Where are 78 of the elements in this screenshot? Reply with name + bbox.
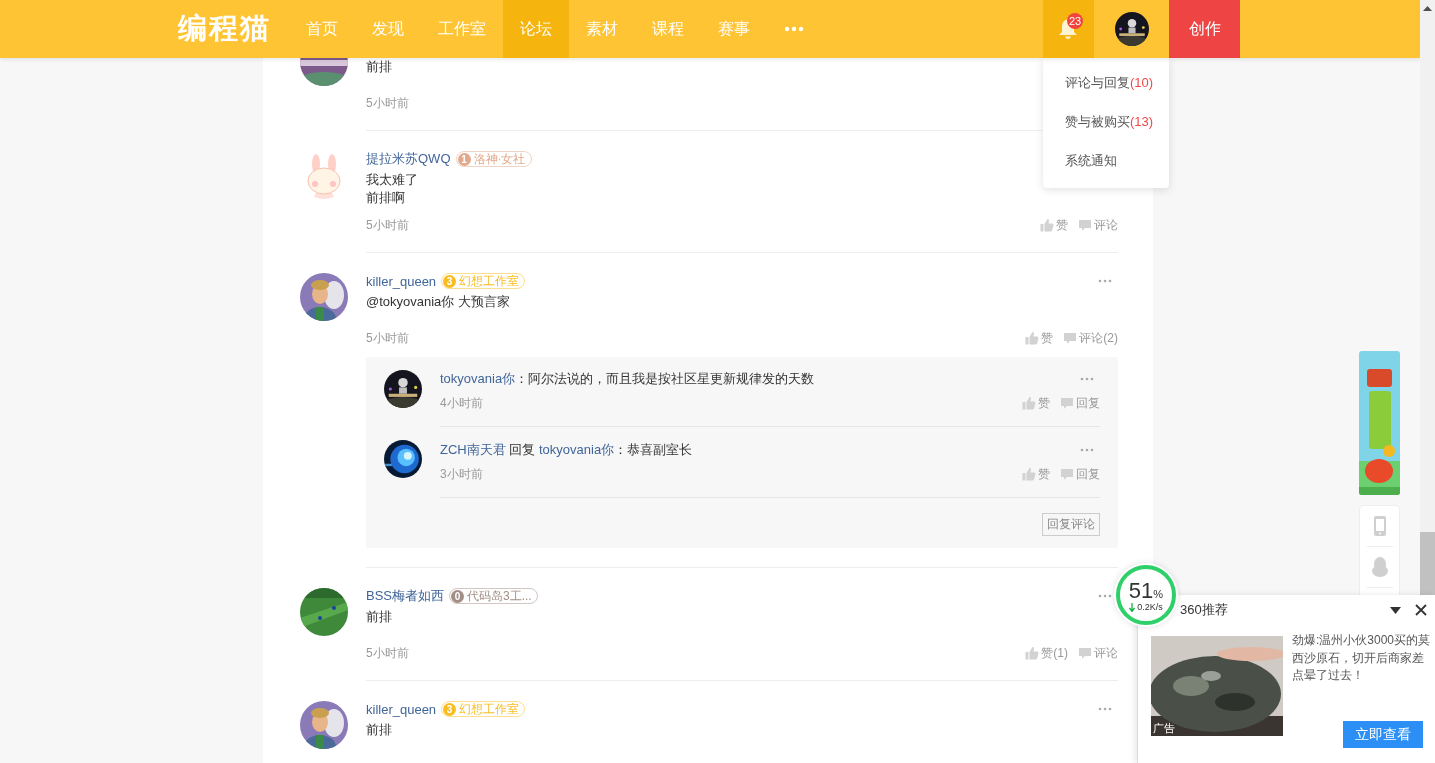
username-link[interactable]: killer_queen: [366, 273, 437, 289]
menu-item[interactable]: 系统通知: [1043, 141, 1169, 180]
reply-text: ZCH南天君 回复 tokyovania你：恭喜副室长: [440, 441, 693, 459]
timestamp: 3小时前: [440, 465, 483, 483]
more-icon[interactable]: [1080, 448, 1094, 452]
caret-icon[interactable]: [1390, 606, 1401, 614]
thumb-up-icon: [1022, 467, 1036, 481]
penguin-icon[interactable]: [1370, 557, 1389, 577]
nav-tab[interactable]: 论坛: [503, 0, 569, 58]
like-button[interactable]: 赞: [1022, 394, 1050, 412]
nav-tab[interactable]: 发现: [355, 0, 421, 58]
more-icon[interactable]: [784, 26, 804, 32]
thumb-up-icon: [1022, 396, 1036, 410]
reply-text: tokyovania你：阿尔法说的，而且我是按社区星更新规律发的天数: [440, 370, 815, 388]
ad-label: 广告: [1153, 721, 1175, 736]
down-arrow-icon: [1129, 602, 1136, 612]
speech-bubble-icon: [1060, 396, 1074, 410]
timestamp: 5小时前: [366, 216, 409, 234]
speed-text: 0.2K/s: [1137, 602, 1163, 612]
popup-title: 360推荐: [1180, 601, 1228, 619]
rank-dot: 0: [451, 589, 464, 603]
reply-button[interactable]: 回复: [1060, 465, 1100, 483]
username-link[interactable]: tokyovania你: [538, 442, 615, 457]
notification-button[interactable]: 23: [1043, 0, 1094, 58]
timestamp: 5小时前: [366, 94, 409, 112]
rank-dot: 3: [443, 702, 457, 716]
comment-text: 前排: [366, 58, 392, 76]
username-link[interactable]: tokyovania你: [440, 371, 516, 386]
progress-ring: [1114, 563, 1178, 627]
comment-text: 前排: [366, 721, 392, 739]
thumb-up-icon: [1040, 218, 1054, 232]
percent-unit: %: [1153, 588, 1164, 600]
like-button[interactable]: 赞: [1022, 465, 1050, 483]
menu-item[interactable]: 赞与被购买(13): [1043, 102, 1169, 141]
username-link[interactable]: 提拉米苏QWQ: [366, 150, 451, 168]
nav-tab[interactable]: 素材: [569, 0, 635, 58]
view-button[interactable]: 立即查看: [1343, 721, 1423, 748]
nav-tab[interactable]: 课程: [635, 0, 701, 58]
more-icon[interactable]: [1080, 377, 1094, 381]
speech-bubble-icon: [1078, 646, 1092, 660]
logo[interactable]: 编程猫: [178, 9, 271, 49]
thumb-up-icon: [1025, 331, 1040, 345]
comment-text: @tokyovania你 大预言家: [366, 293, 510, 311]
comment-button[interactable]: 评论(2): [1063, 329, 1118, 347]
more-icon[interactable]: [1098, 279, 1112, 283]
rank-dot: 1: [457, 152, 471, 166]
create-button[interactable]: 创作: [1169, 0, 1240, 58]
timestamp: 5小时前: [366, 644, 409, 662]
percent-value: 51: [1128, 580, 1154, 602]
username-link[interactable]: BSS梅者如西: [366, 587, 444, 605]
username-link[interactable]: killer_queen: [366, 701, 437, 717]
scroll-up-icon[interactable]: [1423, 6, 1432, 11]
ad-text[interactable]: 劲爆:温州小伙3000买的莫西沙原石，切开后商家差点晕了过去！: [1292, 632, 1431, 685]
speech-bubble-icon: [1063, 331, 1078, 345]
speech-bubble-icon: [1078, 218, 1092, 232]
more-icon[interactable]: [1098, 594, 1112, 598]
thumb-up-icon: [1025, 646, 1040, 660]
nav-tab[interactable]: 工作室: [421, 0, 503, 58]
reply-comment-button[interactable]: 回复评论: [1042, 513, 1100, 536]
more-icon[interactable]: [1098, 707, 1112, 711]
comment-text: 我太难了 前排啊: [366, 171, 418, 207]
comment-button[interactable]: 评论: [1078, 216, 1118, 234]
close-icon[interactable]: [1415, 604, 1427, 616]
menu-item[interactable]: 评论与回复(10): [1043, 63, 1169, 102]
nav-tab[interactable]: 赛事: [701, 0, 767, 58]
rank-dot: 3: [443, 274, 457, 288]
like-button[interactable]: 赞: [1025, 329, 1054, 347]
like-button[interactable]: 赞: [1040, 216, 1068, 234]
comment-button[interactable]: 评论: [1078, 644, 1118, 662]
timestamp: 4小时前: [440, 394, 483, 412]
speech-bubble-icon: [1060, 467, 1074, 481]
username-link[interactable]: ZCH南天君: [440, 442, 506, 457]
timestamp: 5小时前: [366, 329, 409, 347]
notification-count: 23: [1067, 13, 1083, 29]
comment-text: 前排: [366, 608, 392, 626]
nav-tab[interactable]: 首页: [289, 0, 355, 58]
reply-button[interactable]: 回复: [1060, 394, 1100, 412]
like-button[interactable]: 赞(1): [1025, 644, 1068, 662]
